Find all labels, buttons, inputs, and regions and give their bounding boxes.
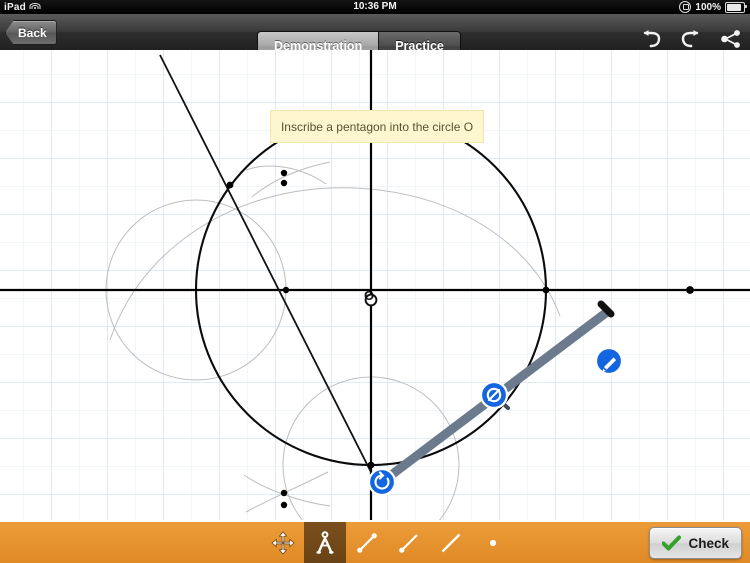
status-bar-right: 100% <box>679 0 745 14</box>
tool-compass[interactable] <box>304 522 346 563</box>
undo-icon[interactable] <box>640 29 662 49</box>
instruction-text: Inscribe a pentagon into the circle O <box>281 120 473 134</box>
center-label: O <box>364 288 374 303</box>
tool-move[interactable] <box>262 522 304 563</box>
instruction-banner: Inscribe a pentagon into the circle O <box>270 110 484 143</box>
check-button-label: Check <box>688 536 729 551</box>
tool-list <box>262 522 514 563</box>
tool-ray[interactable] <box>388 522 430 563</box>
compass-pivot-handle[interactable] <box>369 469 395 495</box>
battery-icon <box>725 2 745 13</box>
compass-pencil-handle[interactable] <box>596 348 622 374</box>
status-bar-clock: 10:36 PM <box>0 1 750 12</box>
share-icon[interactable] <box>720 29 742 49</box>
navigation-bar: Back Demonstration Practice <box>0 14 750 51</box>
rotation-lock-icon <box>679 1 691 13</box>
tool-point[interactable] <box>472 522 514 563</box>
geometry-canvas[interactable]: Inscribe a pentagon into the circle O O <box>0 50 750 522</box>
back-button-label: Back <box>18 26 47 40</box>
tool-toolbar: Check <box>0 520 750 563</box>
tool-line[interactable] <box>430 522 472 563</box>
tool-segment[interactable] <box>346 522 388 563</box>
navigation-actions <box>640 29 742 49</box>
redo-icon[interactable] <box>680 29 702 49</box>
ipad-geometry-app: iPad 10:36 PM 100% Back Demonstration Pr… <box>0 0 750 563</box>
back-button[interactable]: Back <box>5 20 57 45</box>
checkmark-icon <box>662 535 681 552</box>
battery-percent: 100% <box>695 2 721 13</box>
compass-mid-handle[interactable] <box>481 382 507 408</box>
check-button[interactable]: Check <box>649 527 742 559</box>
status-bar: iPad 10:36 PM 100% <box>0 0 750 14</box>
